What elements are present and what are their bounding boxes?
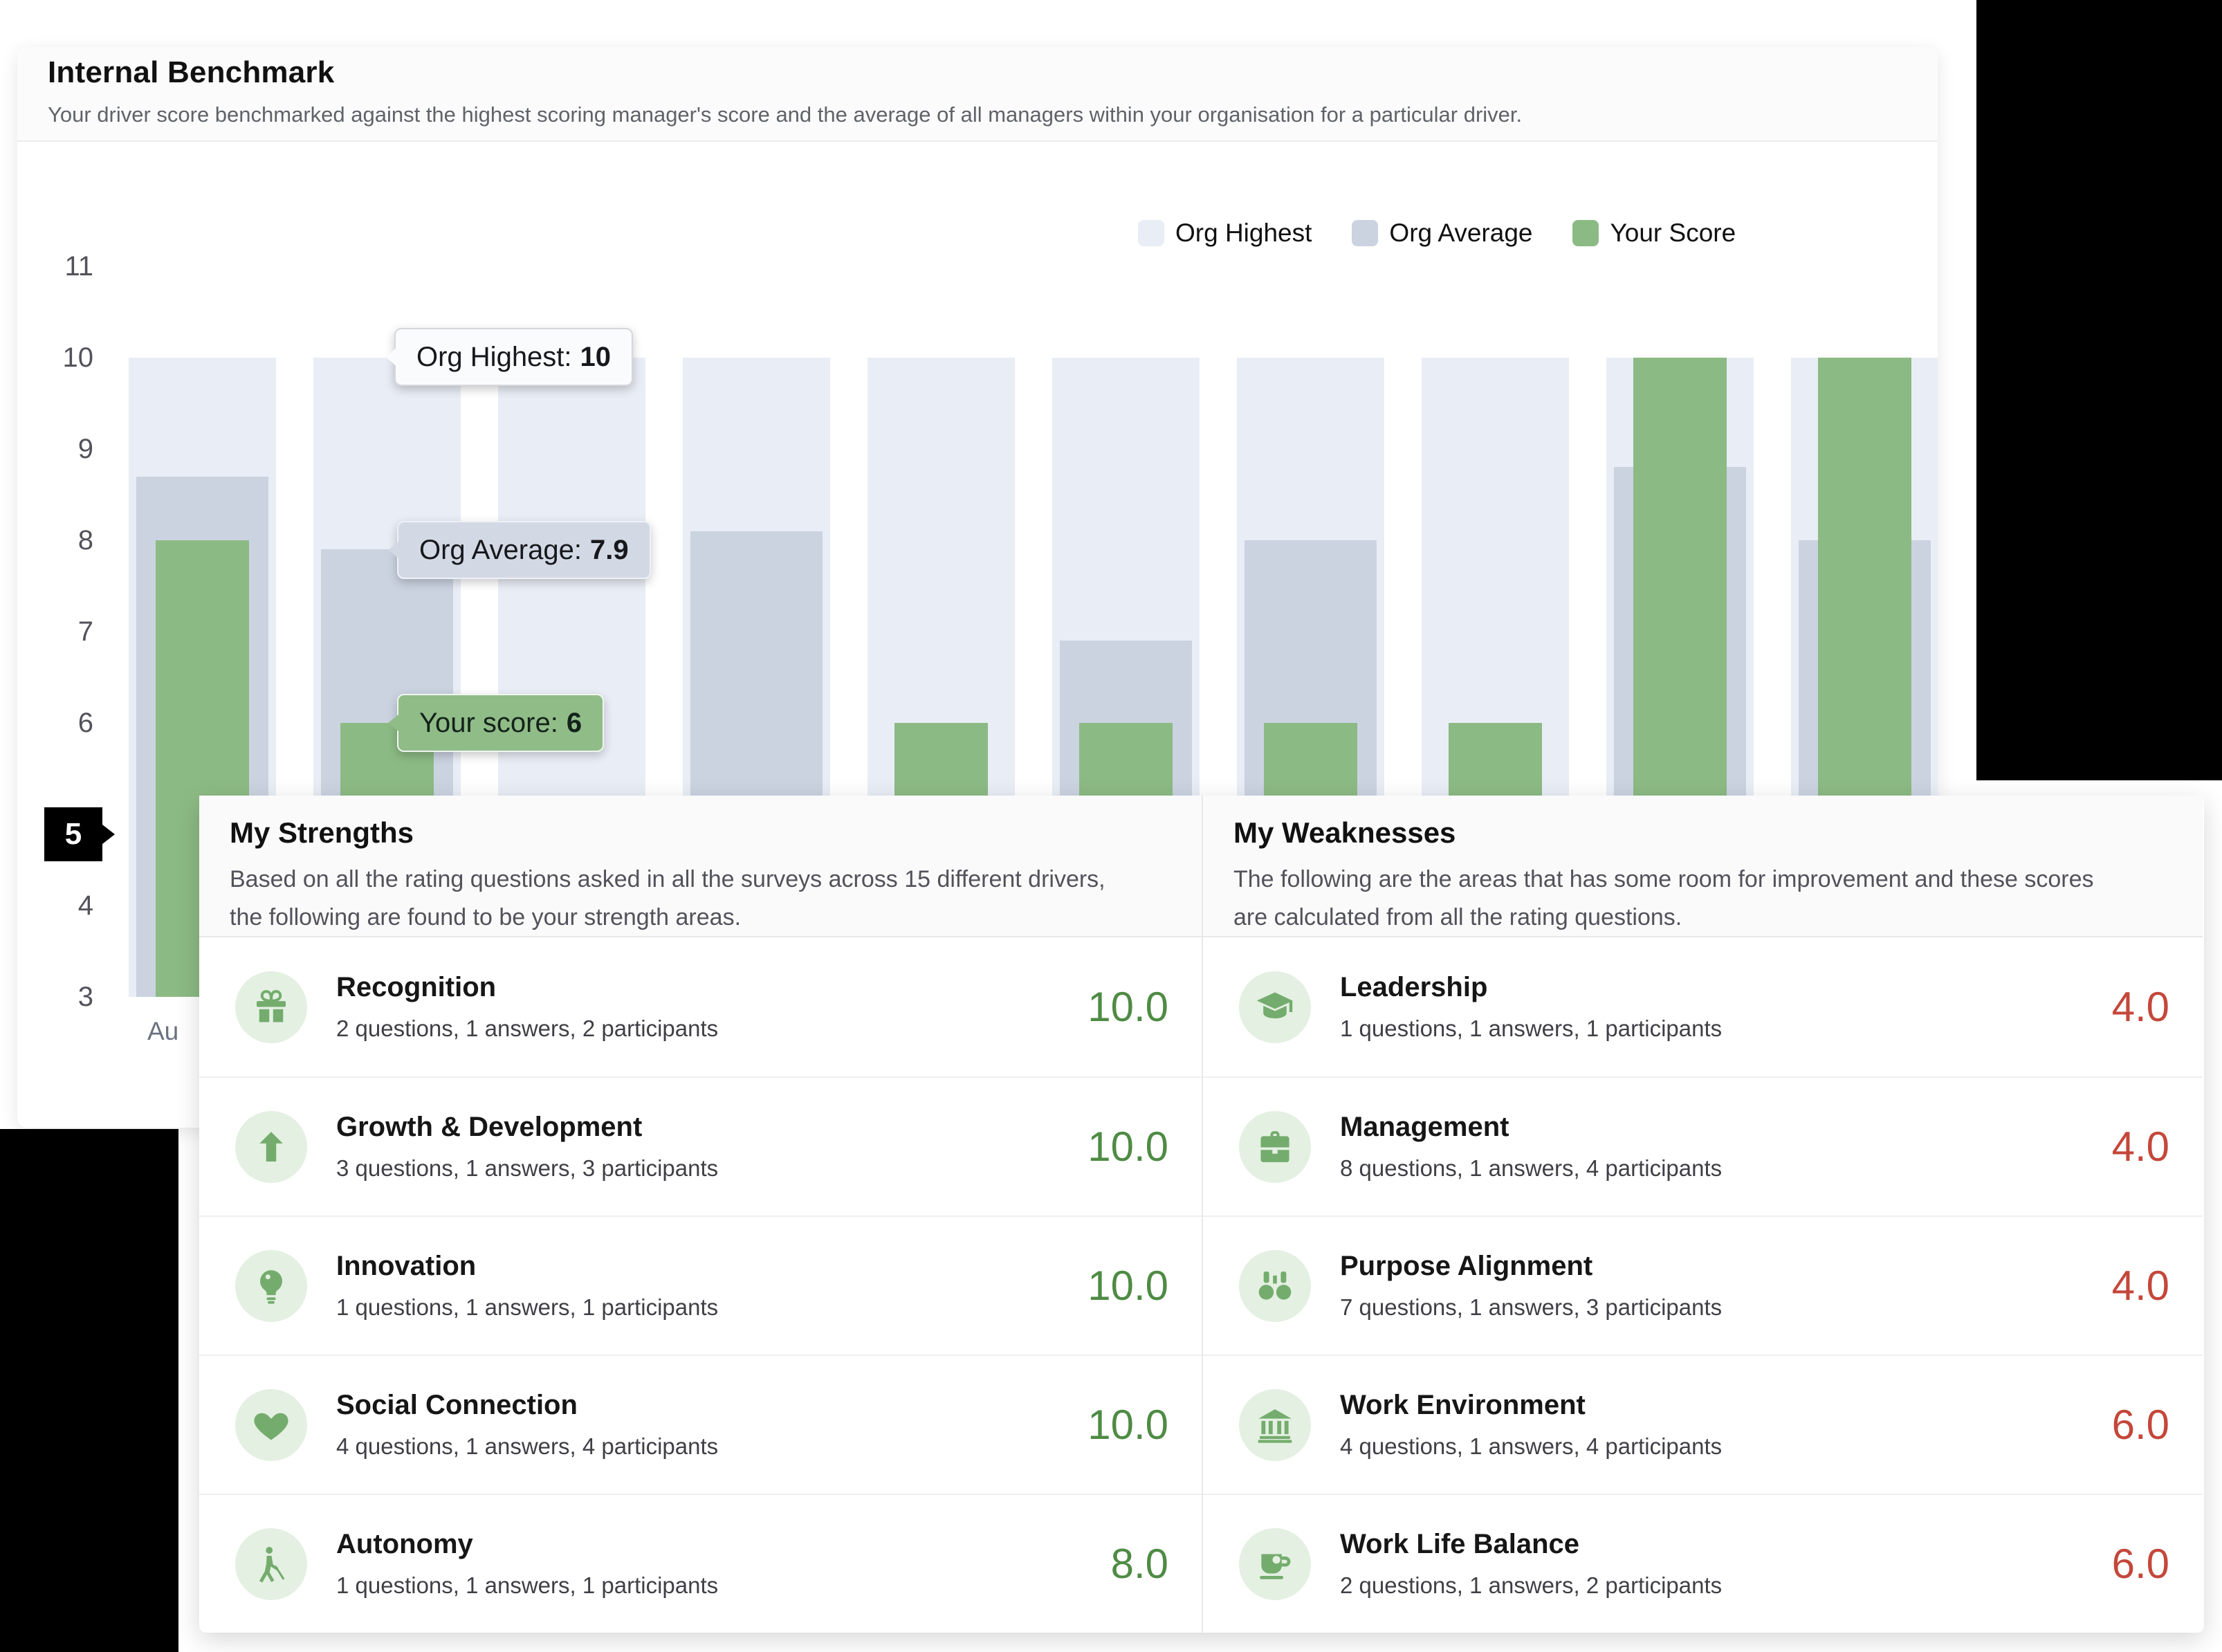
tooltip-org-highest-label: Org Highest: <box>416 342 572 373</box>
gift-icon <box>235 971 307 1043</box>
legend-label-2: Your Score <box>1610 219 1736 248</box>
strength-meta-autonomy: 1 questions, 1 answers, 1 participants <box>336 1572 718 1599</box>
strength-row-social-connection[interactable]: Social Connection 4 questions, 1 answers,… <box>199 1355 1202 1494</box>
weakness-meta-work-life-balance: 2 questions, 1 answers, 2 participants <box>1340 1572 1722 1599</box>
weaknesses-panel: My Weaknesses The following are the area… <box>1202 796 2203 1633</box>
strengths-panel: My Strengths Based on all the rating que… <box>199 796 1202 1633</box>
strength-meta-recognition: 2 questions, 1 answers, 2 participants <box>336 1016 718 1042</box>
strength-title-social-connection: Social Connection <box>336 1390 718 1421</box>
weaknesses-subtitle: The following are the areas that has som… <box>1233 861 2133 937</box>
masked-region-top-right <box>1976 0 2222 780</box>
tooltip-org-average-value: 7.9 <box>590 535 629 566</box>
y-tick-4: 4 <box>17 888 93 924</box>
chart-header: Internal Benchmark Your driver score ben… <box>17 47 1938 142</box>
y-axis-cursor-badge: 5 <box>44 807 102 861</box>
weakness-title-leadership: Leadership <box>1340 972 1722 1003</box>
legend-swatch-1 <box>1352 220 1378 246</box>
y-tick-10: 10 <box>17 340 93 376</box>
strength-row-innovation[interactable]: Innovation 1 questions, 1 answers, 1 part… <box>199 1215 1202 1355</box>
strength-title-innovation: Innovation <box>336 1251 718 1282</box>
briefcase-icon <box>1239 1111 1311 1183</box>
legend-swatch-2 <box>1572 220 1599 246</box>
strengths-header: My Strengths Based on all the rating que… <box>199 796 1202 937</box>
weakness-title-management: Management <box>1340 1112 1722 1143</box>
strength-score-recognition: 10.0 <box>1087 983 1168 1031</box>
y-tick-7: 7 <box>17 614 93 650</box>
weakness-title-work-life-balance: Work Life Balance <box>1340 1529 1722 1560</box>
legend-item-org-highest[interactable]: Org Highest <box>1138 219 1312 248</box>
strengths-subtitle: Based on all the rating questions asked … <box>230 861 1129 937</box>
graduation-cap-icon <box>1239 971 1311 1043</box>
weakness-row-work-life-balance[interactable]: Work Life Balance 2 questions, 1 answers,… <box>1203 1494 2203 1633</box>
weakness-score-work-environment: 6.0 <box>2112 1401 2169 1449</box>
binoculars-icon <box>1239 1250 1311 1322</box>
y-tick-11: 11 <box>17 248 93 284</box>
weakness-score-purpose-alignment: 4.0 <box>2112 1262 2169 1310</box>
weakness-row-leadership[interactable]: Leadership 1 questions, 1 answers, 1 part… <box>1203 937 2203 1076</box>
y-tick-3: 3 <box>17 979 93 1015</box>
arrow-up-icon <box>235 1111 307 1183</box>
legend-item-org-average[interactable]: Org Average <box>1352 219 1532 248</box>
y-tick-6: 6 <box>17 705 93 741</box>
legend-label-1: Org Average <box>1389 219 1532 248</box>
strengths-title: My Strengths <box>230 816 1171 850</box>
x-axis-label-autonomy: Au <box>147 1017 178 1046</box>
lightbulb-icon <box>235 1250 307 1322</box>
strength-row-autonomy[interactable]: Autonomy 1 questions, 1 answers, 1 partic… <box>199 1494 1202 1633</box>
strength-title-recognition: Recognition <box>336 972 718 1003</box>
weakness-meta-leadership: 1 questions, 1 answers, 1 participants <box>1340 1016 1722 1042</box>
y-tick-8: 8 <box>17 522 93 558</box>
weakness-row-purpose-alignment[interactable]: Purpose Alignment 7 questions, 1 answers,… <box>1203 1215 2203 1355</box>
strength-title-growth-development: Growth & Development <box>336 1112 718 1143</box>
tooltip-your-score-label: Your score: <box>419 708 558 739</box>
weakness-meta-management: 8 questions, 1 answers, 4 participants <box>1340 1155 1722 1182</box>
strength-meta-growth-development: 3 questions, 1 answers, 3 participants <box>336 1155 718 1182</box>
chart-title: Internal Benchmark <box>48 55 1907 90</box>
weakness-score-work-life-balance: 6.0 <box>2112 1540 2169 1588</box>
strength-row-recognition[interactable]: Recognition 2 questions, 1 answers, 2 par… <box>199 937 1202 1076</box>
strengths-weaknesses-card: My Strengths Based on all the rating que… <box>199 796 2204 1633</box>
weakness-meta-purpose-alignment: 7 questions, 1 answers, 3 participants <box>1340 1294 1722 1321</box>
masked-region-bottom-left <box>0 1129 178 1652</box>
y-tick-9: 9 <box>17 431 93 467</box>
tooltip-your-score-value: 6 <box>567 708 582 739</box>
coffee-cup-icon <box>1239 1528 1311 1600</box>
heart-icon <box>235 1389 307 1461</box>
strength-score-autonomy: 8.0 <box>1111 1540 1168 1588</box>
weakness-score-management: 4.0 <box>2112 1123 2169 1171</box>
weakness-row-management[interactable]: Management 8 questions, 1 answers, 4 part… <box>1203 1076 2203 1215</box>
strength-row-growth-development[interactable]: Growth & Development 3 questions, 1 answe… <box>199 1076 1202 1215</box>
strength-score-growth-development: 10.0 <box>1087 1123 1168 1171</box>
tooltip-your-score: Your score: 6 <box>397 694 604 752</box>
tooltip-org-highest: Org Highest: 10 <box>394 328 633 386</box>
strength-meta-social-connection: 4 questions, 1 answers, 4 participants <box>336 1433 718 1460</box>
strengths-list: Recognition 2 questions, 1 answers, 2 par… <box>199 937 1202 1633</box>
person-cane-icon <box>235 1528 307 1600</box>
weaknesses-header: My Weaknesses The following are the area… <box>1203 796 2203 937</box>
strength-title-autonomy: Autonomy <box>336 1529 718 1560</box>
strength-score-social-connection: 10.0 <box>1087 1401 1168 1449</box>
legend-label-0: Org Highest <box>1175 219 1312 248</box>
weaknesses-list: Leadership 1 questions, 1 answers, 1 part… <box>1203 937 2203 1633</box>
weakness-row-work-environment[interactable]: Work Environment 4 questions, 1 answers, … <box>1203 1355 2203 1494</box>
tooltip-org-highest-value: 10 <box>580 342 612 373</box>
weakness-title-work-environment: Work Environment <box>1340 1390 1722 1421</box>
weakness-title-purpose-alignment: Purpose Alignment <box>1340 1251 1722 1282</box>
weakness-score-leadership: 4.0 <box>2112 983 2169 1031</box>
strength-score-innovation: 10.0 <box>1087 1262 1168 1310</box>
strength-meta-innovation: 1 questions, 1 answers, 1 participants <box>336 1294 718 1321</box>
chart-subtitle: Your driver score benchmarked against th… <box>48 102 1907 127</box>
tooltip-org-average-label: Org Average: <box>419 535 582 566</box>
weaknesses-title: My Weaknesses <box>1233 816 2172 850</box>
bank-icon <box>1239 1389 1311 1461</box>
dashboard-page: Internal Benchmark Your driver score ben… <box>0 0 2222 1652</box>
weakness-meta-work-environment: 4 questions, 1 answers, 4 participants <box>1340 1433 1722 1460</box>
chart-legend: Org Highest Org Average Your Score <box>1138 219 1736 248</box>
legend-item-your-score[interactable]: Your Score <box>1572 219 1736 248</box>
tooltip-org-average: Org Average: 7.9 <box>397 521 651 579</box>
legend-swatch-0 <box>1138 220 1164 246</box>
